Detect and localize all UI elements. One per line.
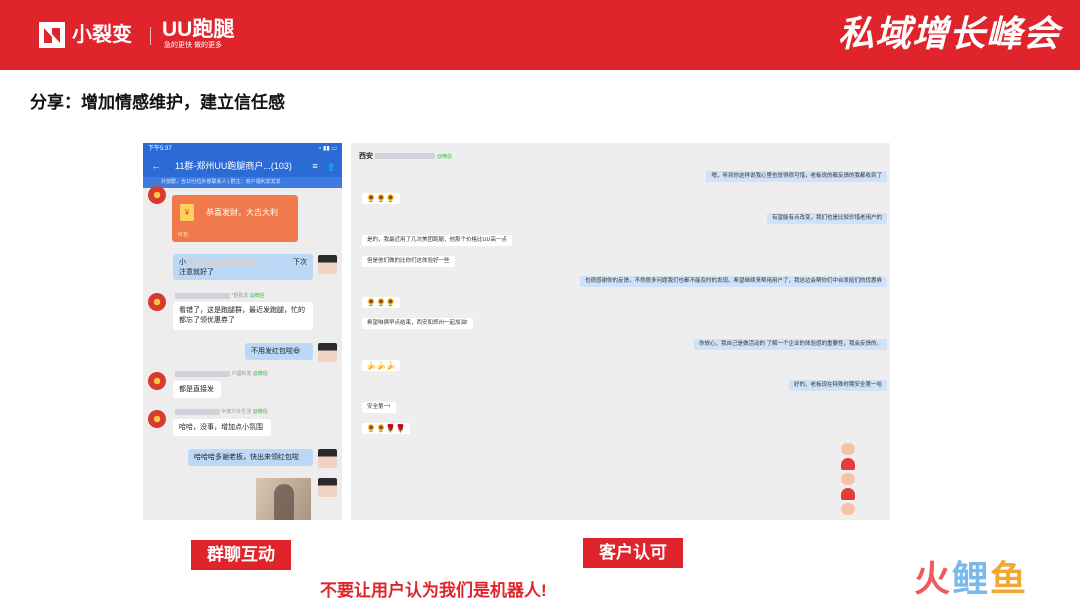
- sender-nickname: *姐批发 @微信: [175, 292, 265, 300]
- phone-status-bar: 下午5:37 ◔ ▮▮ ▭: [143, 143, 342, 155]
- members-icon[interactable]: 👥: [322, 155, 336, 177]
- chat-message-right: 也很感谢你的反馈，不然很多问题我们也都不能及时的发现。希望继续来帮用用户了，我这…: [579, 276, 887, 287]
- avatar-flower: [148, 293, 166, 311]
- back-arrow-icon[interactable]: ←: [149, 155, 163, 177]
- label-group-interaction: 群聊互动: [191, 540, 291, 570]
- emoji-message: 🌻🌻🌻: [362, 297, 400, 308]
- emoji-message: 🌻🌻🌹🌹: [362, 423, 410, 434]
- message-bubble: 哈哈哈多谢老板，快出来领红包啦: [188, 449, 313, 466]
- watermark-logo: 火鲤鱼: [914, 558, 1029, 599]
- xiaoliebian-logo-icon: [39, 22, 65, 48]
- brand-secondary: UU跑腿: [162, 18, 235, 41]
- warning-text: 不要让用户认为我们是机器人!: [320, 581, 547, 600]
- hand-icon: [841, 443, 855, 455]
- message-bubble: 小 下次 注意就好了: [173, 254, 313, 280]
- message-bubble: 不用发红包啦😆: [245, 343, 313, 360]
- slide-title: 分享：增加情感维护，建立信任感: [30, 93, 285, 112]
- label-customer-recognition: 客户认可: [583, 538, 683, 568]
- avatar-flower: [148, 372, 166, 390]
- message-bubble: 哈哈，没事，增加点小氛围: [173, 419, 271, 436]
- list-icon[interactable]: ≡: [308, 155, 322, 177]
- chat-title: 11群-郑州UU跑腿商户...(103): [175, 161, 292, 171]
- customer-chat-screenshot: 西安 @微信: [351, 143, 890, 520]
- heart-icon: [841, 488, 855, 500]
- group-notice: 外部群，含10分位外部联系人 | 群主：商户福利发发发: [143, 177, 342, 188]
- chat-message-left: 但是他们做的比你们这体验好一些: [362, 256, 455, 267]
- chat-contact-header: 西安 @微信: [359, 153, 452, 160]
- chat-message-right: 嗯，听到你这样说我心里也觉得很可惜，老板说的都反馈的我都收到了: [706, 171, 887, 182]
- heart-icon: [841, 458, 855, 470]
- chat-title-bar: ← 11群-郑州UU跑腿商户...(103) ≡ 👥: [143, 155, 342, 177]
- brand-divider: [150, 27, 151, 45]
- hand-icon: [841, 473, 855, 485]
- emoji-message: 🌻🌻🌻: [362, 193, 400, 204]
- event-title: 私域增长峰会: [837, 13, 1060, 54]
- avatar-self: [318, 478, 337, 497]
- hand-icon: [841, 503, 855, 515]
- chat-message-left: 安全第一!: [362, 402, 396, 413]
- heart-gesture-sticker: [837, 440, 859, 520]
- red-packet-text: 恭喜发财，大吉大利: [206, 208, 278, 217]
- status-time: 下午5:37: [148, 146, 172, 152]
- status-icons: ◔ ▮▮ ▭: [317, 146, 337, 152]
- message-bubble: 都是直接发: [173, 381, 221, 398]
- red-packet-footer: 红包: [178, 232, 189, 238]
- avatar-flower: [148, 186, 166, 204]
- blurred-name: [187, 259, 258, 266]
- sender-nickname: 户福利发 @微信: [175, 370, 268, 378]
- brand-primary: 小裂变: [72, 24, 132, 46]
- avatar-self: [318, 343, 337, 362]
- avatar-self: [318, 449, 337, 468]
- red-packet-message[interactable]: ¥ 恭喜发财，大吉大利 红包: [172, 195, 298, 242]
- red-packet-icon: ¥: [180, 204, 194, 221]
- chat-message-left: 希望咱俩早点结束，西安和郑州一起加油!: [362, 318, 473, 329]
- chat-message-right: 有望能有点改变，我们也是比较珍惜老用户的: [766, 213, 887, 224]
- avatar-flower: [148, 410, 166, 428]
- header-bar: 小裂变 UU跑腿 急的更快 做的更多 私域增长峰会: [0, 0, 1080, 70]
- chat-message-left: 是的，我最近用了几次美团跑腿，他那个价格比UU高一点: [362, 235, 512, 246]
- avatar-self: [318, 255, 337, 274]
- brand-secondary-tagline: 急的更快 做的更多: [164, 42, 222, 49]
- message-bubble: 看错了，这是跑腿群，最近发跑腿，忙的都忘了领优惠券了: [173, 302, 313, 330]
- sender-nickname: 半家户外生活 @微信: [175, 408, 268, 416]
- chat-message-right: 你放心，我自己是做活动的 了解一个企业的体验感的重要性，我会反馈的。: [693, 339, 887, 350]
- chat-message-right: 好的，老板现在特殊时期安全第一哈: [788, 380, 887, 391]
- image-message[interactable]: [256, 478, 311, 520]
- emoji-message: 🍌🍌🍌: [362, 360, 400, 371]
